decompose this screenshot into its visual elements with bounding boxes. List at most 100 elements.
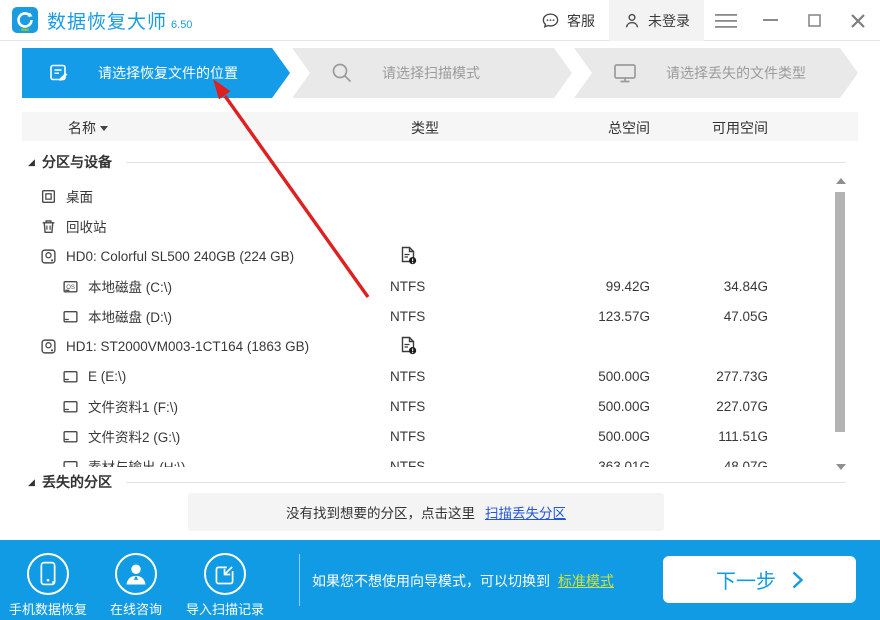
row-total-space: 99.42G [606,279,650,294]
row-type: NTFS [390,429,425,444]
wizard-step-label: 请选择恢复文件的位置 [98,63,238,83]
disk-icon [62,398,79,415]
monitor-icon [612,61,638,85]
column-header-name[interactable]: 名称 [68,118,108,138]
scroll-up-arrow-icon[interactable] [836,178,846,184]
close-button[interactable] [836,0,880,41]
wizard-step-file-type[interactable]: 请选择丢失的文件类型 [574,48,858,98]
menu-button[interactable] [704,0,748,41]
doc-alert-icon [400,246,417,268]
app-logo-icon [12,7,38,33]
table-row[interactable]: OS 本地磁盘 (C:\) NTFS 99.42G 34.84G [22,271,858,301]
row-name: 文件资料1 (F:\) [88,396,178,416]
row-name: 文件资料2 (G:\) [88,426,180,446]
maximize-button[interactable] [792,0,836,41]
doc-alert-icon [400,336,417,358]
section-devices[interactable]: ◢ 分区与设备 [22,150,858,174]
row-name: 桌面 [66,186,93,206]
customer-service-button[interactable]: 客服 [527,0,609,41]
row-free-space: 48.07G [724,459,768,468]
disk-icon [62,368,79,385]
row-total-space: 363.01G [598,459,650,468]
wizard-steps: 请选择恢复文件的位置 请选择扫描模式 请选择丢失的文件类型 [22,48,858,98]
online-consult-button[interactable]: 在线咨询 [92,553,180,618]
disk-icon [62,458,79,468]
table-row[interactable]: HD0: Colorful SL500 240GB (224 GB) [22,241,858,271]
import-scan-record-button[interactable]: 导入扫描记录 [181,553,269,618]
column-header-name-label: 名称 [68,118,96,138]
minimize-button[interactable] [748,0,792,41]
next-step-button[interactable]: 下一步 [663,556,856,603]
collapse-triangle-icon: ◢ [28,477,42,488]
login-status-button[interactable]: 未登录 [609,0,704,41]
hamburger-icon [715,14,737,28]
import-icon [204,553,246,595]
disk-icon [62,308,79,325]
app-version: 6.50 [171,19,192,31]
row-free-space: 34.84G [724,279,768,294]
os-disk-icon: OS [62,278,79,295]
row-name: 素材与输出 (H:\) [88,456,186,467]
harddrive-icon [40,338,57,355]
row-name: HD1: ST2000VM003-1CT164 (1863 GB) [66,339,309,354]
standard-mode-link[interactable]: 标准模式 [558,573,614,589]
notepad-icon [48,62,70,84]
login-status-label: 未登录 [648,11,690,31]
customer-service-label: 客服 [567,11,595,31]
scrollbar-thumb[interactable] [835,192,845,432]
row-total-space: 500.00G [598,429,650,444]
search-icon [330,61,354,85]
section-devices-title: 分区与设备 [42,152,112,172]
vertical-scrollbar [834,178,846,470]
close-icon [851,14,865,28]
row-type: NTFS [390,309,425,324]
phone-recovery-label: 手机数据恢复 [4,599,92,618]
section-divider [126,482,846,483]
section-lost-header[interactable]: ◢ 丢失的分区 [22,470,858,494]
harddrive-icon [40,248,57,265]
maximize-icon [808,14,821,27]
table-row[interactable]: HD1: ST2000VM003-1CT164 (1863 GB) [22,331,858,361]
app-title: 数据恢复大师 [47,7,167,34]
wizard-step-select-location[interactable]: 请选择恢复文件的位置 [22,48,290,98]
row-type: NTFS [390,369,425,384]
device-rows: 桌面 回收站 [22,181,858,467]
row-name: 本地磁盘 (D:\) [88,306,172,326]
row-free-space: 111.51G [718,429,768,444]
mode-hint-text: 如果您不想使用向导模式，可以切换到 [312,573,550,589]
lost-hint-text: 没有找到想要的分区，点击这里 [286,502,475,522]
sort-caret-icon [100,126,108,131]
table-row[interactable]: E (E:\) NTFS 500.00G 277.73G [22,361,858,391]
column-header-total: 总空间 [608,118,650,138]
phone-icon [27,553,69,595]
row-name: 本地磁盘 (C:\) [88,276,172,296]
table-header: 名称 类型 总空间 可用空间 [22,112,858,141]
table-row[interactable]: 文件资料1 (F:\) NTFS 500.00G 227.07G [22,391,858,421]
row-type: NTFS [390,399,425,414]
disk-icon [62,428,79,445]
next-step-label: 下一步 [716,565,776,594]
table-row[interactable]: 文件资料2 (G:\) NTFS 500.00G 111.51G [22,421,858,451]
row-type: NTFS [390,279,425,294]
table-row[interactable]: 素材与输出 (H:\) NTFS 363.01G 48.07G [22,451,858,467]
row-total-space: 500.00G [598,369,650,384]
row-total-space: 500.00G [598,399,650,414]
table-row[interactable]: 本地磁盘 (D:\) NTFS 123.57G 47.05G [22,301,858,331]
row-free-space: 277.73G [716,369,768,384]
scan-lost-partition-link[interactable]: 扫描丢失分区 [485,502,566,522]
footer-divider [299,554,300,606]
collapse-triangle-icon: ◢ [28,157,42,168]
wizard-step-scan-mode[interactable]: 请选择扫描模式 [292,48,572,98]
person-icon [115,553,157,595]
online-consult-label: 在线咨询 [92,599,180,618]
footer-bar: 手机数据恢复 在线咨询 导入扫描记录 如果您不想使用向导模式，可以切换到 标准模… [0,540,880,620]
phone-recovery-button[interactable]: 手机数据恢复 [4,553,92,618]
table-row[interactable]: 桌面 [22,181,858,211]
table-row[interactable]: 回收站 [22,211,858,241]
row-name: E (E:\) [88,369,126,384]
chat-bubble-icon [541,11,560,30]
section-lost-title: 丢失的分区 [42,472,112,492]
lost-partition-hint: 没有找到想要的分区，点击这里 扫描丢失分区 [188,493,664,531]
wizard-step-label: 请选择扫描模式 [382,63,480,83]
minimize-icon [763,19,778,22]
